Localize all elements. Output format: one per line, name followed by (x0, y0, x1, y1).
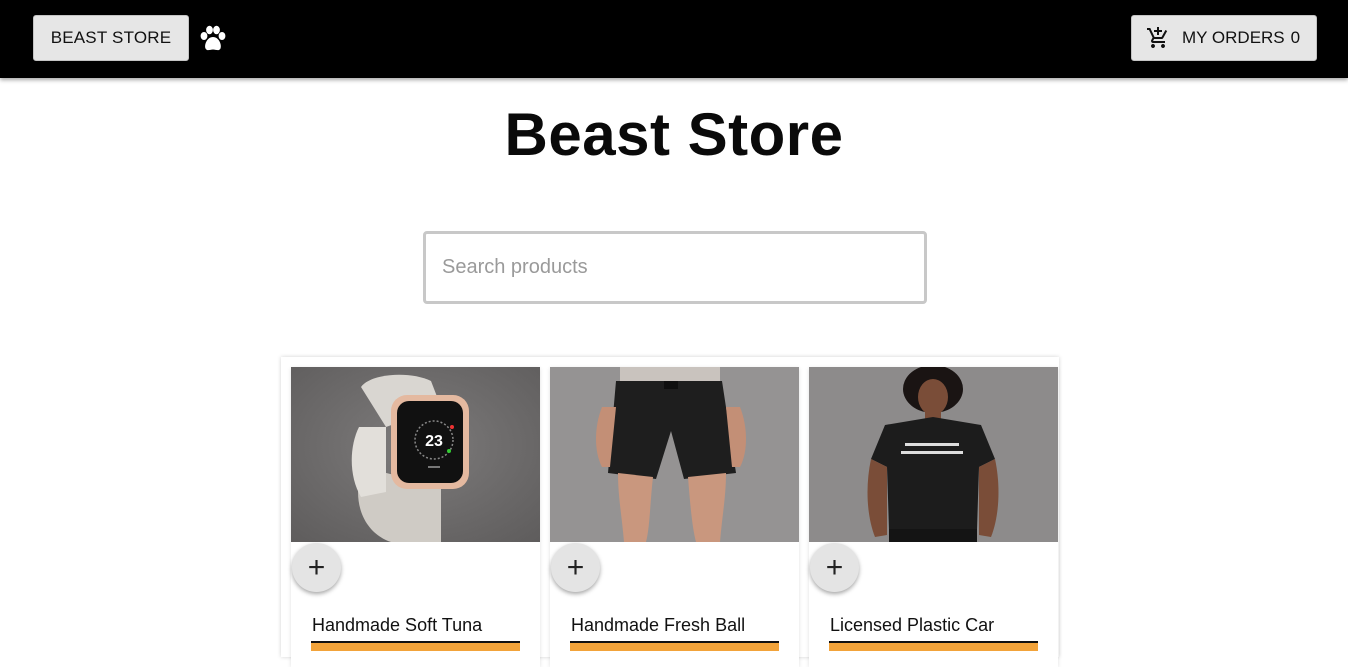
product-grid: 23 + Handmade Soft Tuna + Handmade Fresh… (281, 357, 1059, 667)
cart-add-icon (1147, 27, 1168, 48)
page-title: Beast Store (504, 101, 844, 168)
product-name: Licensed Plastic Car (830, 615, 995, 635)
plus-icon: + (566, 550, 585, 584)
svg-text:23: 23 (425, 433, 443, 450)
paw-icon (200, 25, 226, 51)
top-navbar: BEAST STORE MY ORDERS 0 (0, 0, 1348, 78)
product-card[interactable]: + Licensed Plastic Car (809, 367, 1058, 667)
plus-icon: + (825, 550, 844, 584)
product-accent-bar (311, 641, 520, 651)
add-to-cart-button[interactable]: + (810, 543, 859, 592)
my-orders-button[interactable]: MY ORDERS 0 (1131, 15, 1317, 61)
plus-icon: + (307, 550, 326, 584)
product-accent-bar (570, 641, 779, 651)
product-name: Handmade Fresh Ball (571, 615, 746, 635)
store-home-button[interactable]: BEAST STORE (33, 15, 189, 61)
search-box (423, 231, 927, 304)
search-input[interactable] (426, 234, 924, 301)
add-to-cart-button[interactable]: + (551, 543, 600, 592)
product-image-smartwatch[interactable]: 23 (291, 367, 540, 542)
store-button-label: BEAST STORE (50, 28, 172, 47)
product-image-tshirt[interactable] (809, 367, 1058, 542)
product-card[interactable]: 23 + Handmade Soft Tuna (291, 367, 540, 667)
product-card[interactable]: + Handmade Fresh Ball (550, 367, 799, 667)
orders-count: 0 (1290, 28, 1301, 47)
product-image-shorts[interactable] (550, 367, 799, 542)
product-name: Handmade Soft Tuna (312, 615, 483, 635)
add-to-cart-button[interactable]: + (292, 543, 341, 592)
product-accent-bar (829, 641, 1038, 651)
orders-label: MY ORDERS (1182, 28, 1285, 47)
